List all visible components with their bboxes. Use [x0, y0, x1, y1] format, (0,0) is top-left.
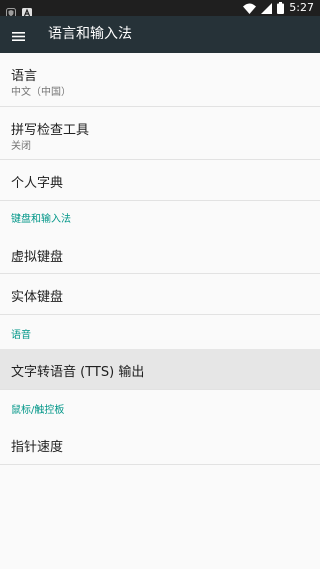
category-keyboard-label: 键盘和输入法: [11, 214, 71, 225]
category-speech-label: 语音: [11, 330, 31, 341]
spell-checker-item[interactable]: 拼写检查工具 关闭: [0, 107, 320, 160]
language-item[interactable]: 语言 中文（中国）: [0, 53, 320, 107]
status-bar: 5:27: [0, 0, 320, 18]
page-title: 语言和输入法: [48, 26, 132, 42]
toolbar: 语言和输入法: [0, 16, 320, 53]
spell-checker-summary: 关闭: [11, 141, 31, 152]
category-speech: 语音: [0, 314, 320, 349]
virtual-keyboard-title: 虚拟键盘: [11, 250, 64, 265]
physical-keyboard-item[interactable]: 实体键盘: [0, 274, 320, 314]
category-keyboard: 键盘和输入法: [0, 200, 320, 234]
settings-list: 语言 中文（中国） 拼写检查工具 关闭 个人字典 键盘和输入法 虚拟键盘 实体键…: [0, 53, 320, 465]
personal-dictionary-item[interactable]: 个人字典: [0, 160, 320, 200]
tts-output-title: 文字转语音 (TTS) 输出: [11, 365, 145, 380]
menu-icon[interactable]: [12, 28, 25, 41]
battery-icon: [277, 0, 285, 18]
spell-checker-title: 拼写检查工具: [11, 123, 90, 138]
virtual-keyboard-item[interactable]: 虚拟键盘: [0, 234, 320, 274]
pointer-speed-item[interactable]: 指针速度: [0, 424, 320, 465]
status-right-icons: 5:27: [243, 0, 314, 16]
pointer-speed-title: 指针速度: [11, 440, 64, 455]
category-mouse: 鼠标/触控板: [0, 389, 320, 424]
language-title: 语言: [11, 69, 38, 84]
personal-dictionary-title: 个人字典: [11, 176, 64, 191]
category-mouse-label: 鼠标/触控板: [11, 405, 65, 416]
wifi-icon: [243, 0, 257, 18]
physical-keyboard-title: 实体键盘: [11, 290, 64, 305]
cell-signal-icon: [261, 0, 273, 18]
status-time: 5:27: [289, 1, 314, 14]
language-summary: 中文（中国）: [11, 87, 71, 98]
tts-output-item[interactable]: 文字转语音 (TTS) 输出: [0, 349, 320, 389]
